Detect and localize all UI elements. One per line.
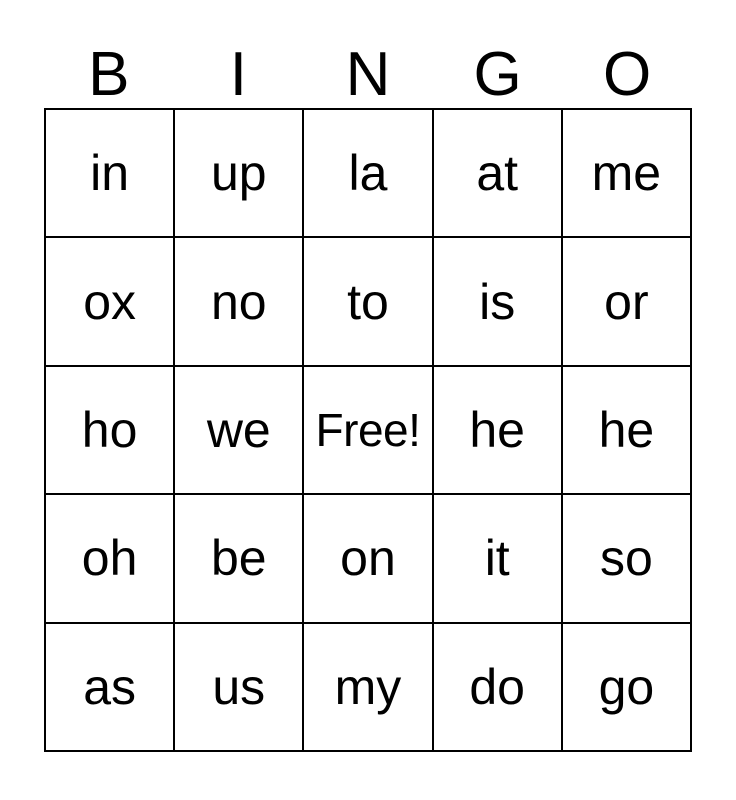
bingo-cell[interactable]: us	[175, 623, 305, 752]
bingo-cell[interactable]: la	[304, 110, 434, 239]
bingo-cell[interactable]: is	[433, 238, 563, 367]
bingo-cell[interactable]: ho	[46, 366, 176, 496]
bingo-header-letter-n: N	[345, 40, 391, 109]
bingo-cell[interactable]: we	[175, 366, 305, 496]
bingo-header-letter-i: I	[229, 40, 247, 109]
bingo-card: B I N G O in up la at me ox no to is or …	[0, 0, 736, 800]
bingo-cell[interactable]: to	[304, 238, 434, 367]
bingo-cell[interactable]: as	[46, 623, 176, 752]
bingo-header-letter-b: B	[88, 40, 130, 109]
bingo-header-row: B I N G O	[44, 28, 692, 108]
bingo-cell-free-space[interactable]: Free!	[304, 366, 434, 496]
bingo-cell[interactable]: go	[562, 623, 692, 752]
bingo-cell[interactable]: he	[433, 366, 563, 496]
bingo-cell[interactable]: he	[562, 366, 692, 496]
bingo-cell[interactable]: do	[433, 623, 563, 752]
bingo-cell[interactable]: ox	[46, 238, 176, 367]
bingo-cell[interactable]: or	[562, 238, 692, 367]
bingo-cell[interactable]: be	[175, 495, 305, 624]
bingo-cell[interactable]: at	[433, 110, 563, 239]
bingo-header-letter-o: O	[603, 40, 652, 109]
bingo-cell[interactable]: me	[562, 110, 692, 239]
bingo-cell[interactable]: so	[562, 495, 692, 624]
bingo-cell[interactable]: in	[46, 110, 176, 239]
bingo-cell[interactable]: no	[175, 238, 305, 367]
bingo-cell[interactable]: it	[433, 495, 563, 624]
bingo-grid: in up la at me ox no to is or ho we Free…	[44, 108, 692, 752]
bingo-header-letter-g: G	[473, 40, 522, 109]
bingo-cell[interactable]: oh	[46, 495, 176, 624]
bingo-cell[interactable]: up	[175, 110, 305, 239]
bingo-cell[interactable]: on	[304, 495, 434, 624]
bingo-cell[interactable]: my	[304, 623, 434, 752]
